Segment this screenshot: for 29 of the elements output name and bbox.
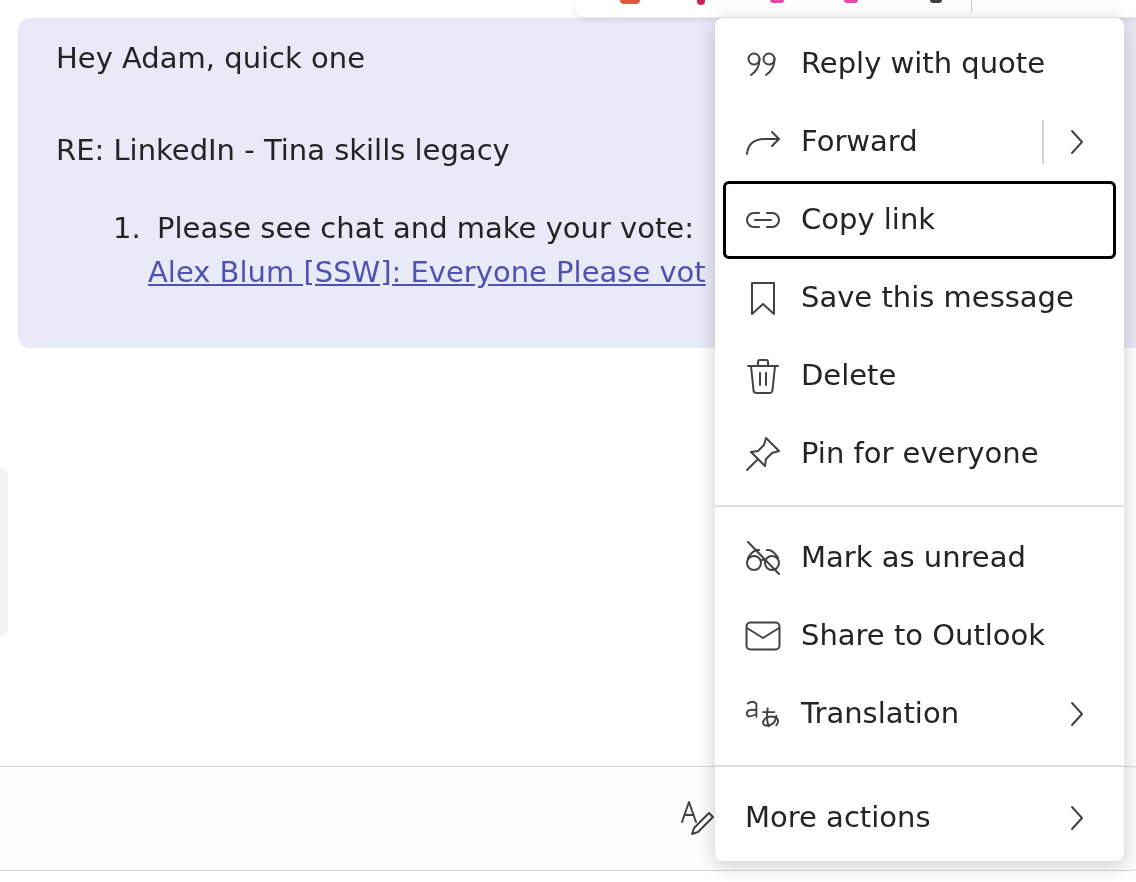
menu-item[interactable]: Save this message (723, 259, 1116, 337)
chevron-right-icon (1069, 804, 1085, 832)
translate-icon (745, 699, 781, 729)
glasses-off-icon (745, 540, 781, 576)
menu-item[interactable]: Copy link (723, 181, 1116, 259)
chevron-right-icon (1069, 128, 1085, 156)
pushpin-icon (745, 436, 781, 472)
menu-item[interactable]: Share to Outlook (723, 597, 1116, 675)
menu-item[interactable]: More actions (723, 779, 1116, 857)
emoji-icon[interactable] (697, 0, 705, 5)
trash-icon (746, 357, 780, 395)
menu-item[interactable]: Delete (723, 337, 1116, 415)
list-item-text: Please see chat and make your vote: (157, 210, 694, 247)
chevron-right-icon (1069, 700, 1085, 728)
forward-arrow-icon (745, 129, 781, 155)
menu-item[interactable]: Pin for everyone (723, 415, 1116, 493)
emoji-icon[interactable] (930, 0, 942, 3)
menu-item[interactable]: Reply with quote (723, 25, 1116, 103)
list-number: 1. (113, 210, 142, 247)
link-icon (745, 211, 781, 229)
text-format-icon[interactable] (680, 800, 714, 836)
envelope-icon (745, 621, 781, 651)
menu-item[interactable]: Forward (723, 103, 1116, 181)
menu-item[interactable]: Mark as unread (723, 519, 1116, 597)
menu-item[interactable]: Translation (723, 675, 1116, 753)
message-text: Hey Adam, quick one (56, 40, 365, 77)
bookmark-icon (749, 280, 777, 316)
message-text: RE: LinkedIn - Tina skills legacy (56, 132, 510, 169)
message-link[interactable]: Alex Blum [SSW]: Everyone Please vot (148, 252, 706, 292)
